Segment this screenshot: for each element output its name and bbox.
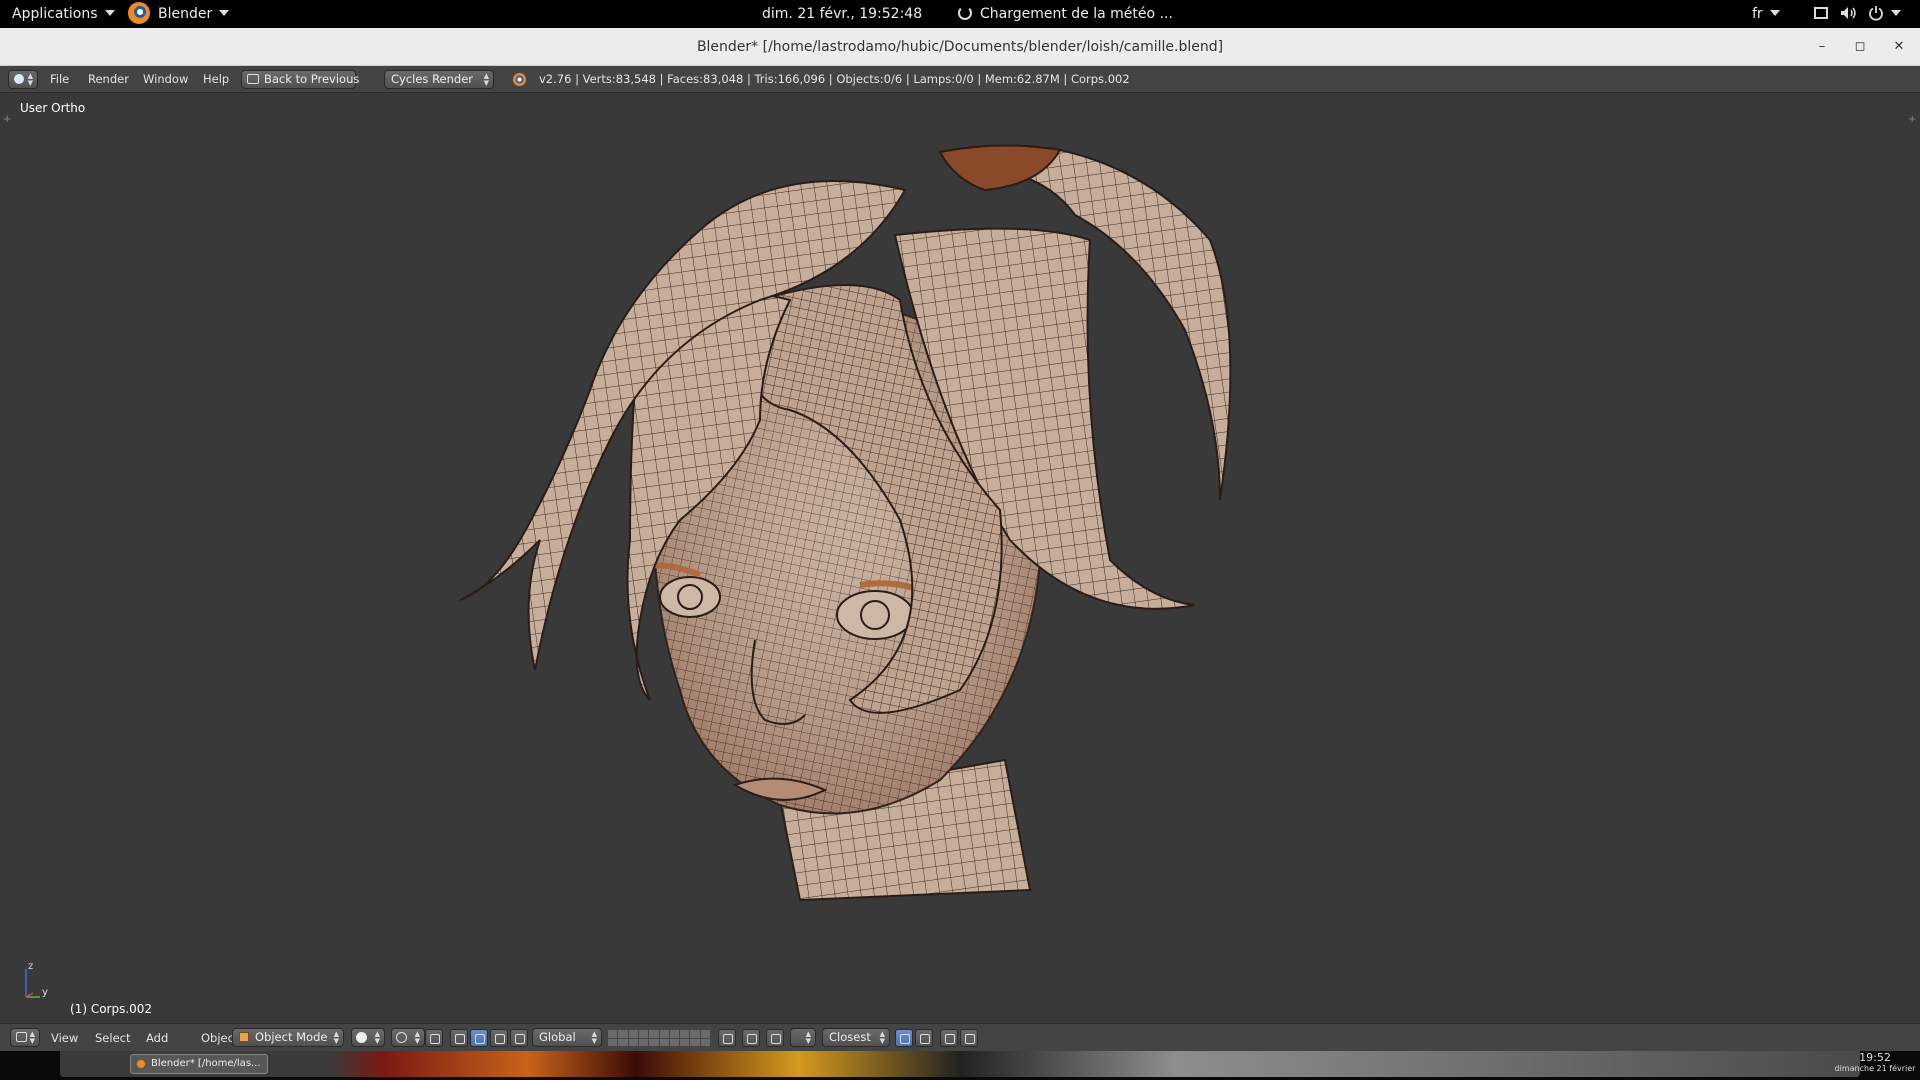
back-to-previous-button[interactable]: Back to Previous — [241, 70, 360, 89]
info-editor-icon[interactable]: ▲ ▼ — [8, 70, 38, 89]
render-engine-select[interactable]: Cycles Render ▲ ▼ — [384, 70, 494, 89]
window-icon[interactable] — [1814, 0, 1828, 28]
shading-select[interactable]: ▲ ▼ — [351, 1028, 385, 1047]
menu-render[interactable]: Render — [88, 66, 129, 93]
rotate-manipulator-icon[interactable] — [490, 1029, 508, 1047]
menu-file[interactable]: File — [50, 66, 69, 93]
taskbar-time: 19:52 — [1859, 1051, 1891, 1064]
language-label: fr — [1752, 6, 1763, 22]
menu-help[interactable]: Help — [203, 66, 229, 93]
render-engine-label: Cycles Render — [391, 72, 474, 86]
shading-sphere-icon — [356, 1032, 367, 1043]
axis-y-label: y — [42, 987, 48, 998]
weather-indicator[interactable]: Chargement de la météo ... — [958, 0, 1173, 28]
snap-element-select[interactable]: ▲ ▼ — [790, 1028, 816, 1047]
applications-menu[interactable]: Applications — [12, 0, 115, 28]
minimize-button[interactable]: – — [1812, 37, 1832, 57]
volume-icon[interactable] — [1840, 0, 1858, 28]
app-menu[interactable]: Blender — [128, 0, 230, 28]
maximize-button[interactable]: ◻ — [1850, 37, 1870, 57]
refresh-icon — [958, 6, 972, 20]
3d-viewport[interactable]: User Ortho + + z y (1) Corps.002 — [0, 93, 1920, 1023]
info-header: ▲ ▼ File Render Window Help Back to Previ… — [0, 66, 1920, 93]
window-title: Blender* [/home/lastrodamo/hubic/Documen… — [696, 39, 1224, 55]
language-menu[interactable]: fr — [1752, 0, 1780, 28]
clock[interactable]: dim. 21 févr., 19:52:48 — [762, 0, 922, 28]
applications-label: Applications — [12, 6, 98, 22]
mode-select[interactable]: Object Mode ▲ ▼ — [232, 1028, 344, 1047]
chevron-down-icon — [1891, 10, 1901, 16]
snap-target-select[interactable]: Closest ▲ ▼ — [822, 1028, 890, 1047]
chevron-down-icon — [219, 10, 230, 16]
back-to-previous-label: Back to Previous — [264, 72, 360, 86]
taskbar: Blender* [/home/las... 19:52 dimanche 21… — [0, 1051, 1920, 1080]
window-title-bar[interactable]: Blender* [/home/lastrodamo/hubic/Documen… — [0, 28, 1920, 66]
mode-cube-icon — [239, 1032, 249, 1042]
power-icon[interactable] — [1868, 0, 1901, 28]
blender-logo-icon — [128, 2, 150, 24]
left-eye — [659, 576, 721, 618]
scene-layers[interactable] — [608, 1030, 710, 1046]
menu-view[interactable]: View — [51, 1024, 78, 1052]
screen-back-icon — [247, 74, 259, 84]
snap-target-label: Closest — [829, 1030, 871, 1044]
chevron-down-icon — [1769, 10, 1780, 16]
orientation-select[interactable]: Global ▲ ▼ — [532, 1028, 602, 1047]
head-mesh-model[interactable] — [0, 93, 1920, 1023]
render-icon — [513, 73, 526, 86]
proportional-edit-icon[interactable] — [742, 1029, 760, 1047]
snap-project-icon[interactable] — [915, 1029, 933, 1047]
view3d-editor-icon[interactable]: ▲ ▼ — [10, 1028, 40, 1047]
task-item-blender[interactable]: Blender* [/home/las... — [130, 1054, 268, 1074]
pivot-icon — [396, 1032, 407, 1043]
manipulator-icon[interactable] — [450, 1029, 468, 1047]
snap-align-icon[interactable] — [895, 1029, 913, 1047]
taskbar-wallpaper: Blender* [/home/las... 19:52 dimanche 21… — [60, 1051, 1915, 1077]
menu-select[interactable]: Select — [95, 1024, 130, 1052]
gnome-top-bar: Applications Blender dim. 21 févr., 19:5… — [0, 0, 1920, 28]
active-object-label: (1) Corps.002 — [70, 1002, 153, 1016]
snap-magnet-icon[interactable] — [766, 1029, 784, 1047]
taskbar-clock[interactable]: 19:52 dimanche 21 février — [1820, 1052, 1920, 1074]
right-eye — [836, 590, 914, 640]
menu-add[interactable]: Add — [146, 1024, 168, 1052]
taskbar-date: dimanche 21 février — [1834, 1064, 1916, 1073]
orientation-label: Global — [539, 1030, 576, 1044]
translate-manipulator-icon[interactable] — [470, 1029, 488, 1047]
mode-label: Object Mode — [255, 1030, 328, 1044]
axis-gizmo: z y — [20, 961, 60, 1007]
render-preview-icon[interactable] — [940, 1029, 958, 1047]
scene-stats: v2.76 | Verts:83,548 | Faces:83,048 | Tr… — [539, 72, 1130, 86]
app-menu-label: Blender — [158, 6, 213, 22]
lock-layers-icon[interactable] — [718, 1029, 736, 1047]
pivot-select[interactable]: ▲ ▼ — [391, 1028, 425, 1047]
3d-view-header: ▲ ▼ View Select Add Object Object Mode ▲ ▼… — [0, 1023, 1920, 1051]
axis-z-label: z — [28, 961, 34, 972]
layer-grid-icon[interactable] — [425, 1029, 443, 1047]
scale-manipulator-icon[interactable] — [510, 1029, 528, 1047]
menu-window[interactable]: Window — [143, 66, 188, 93]
chevron-down-icon — [104, 10, 115, 16]
render-animation-icon[interactable] — [960, 1029, 978, 1047]
close-button[interactable]: ✕ — [1889, 37, 1909, 57]
weather-label: Chargement de la météo ... — [980, 6, 1173, 22]
